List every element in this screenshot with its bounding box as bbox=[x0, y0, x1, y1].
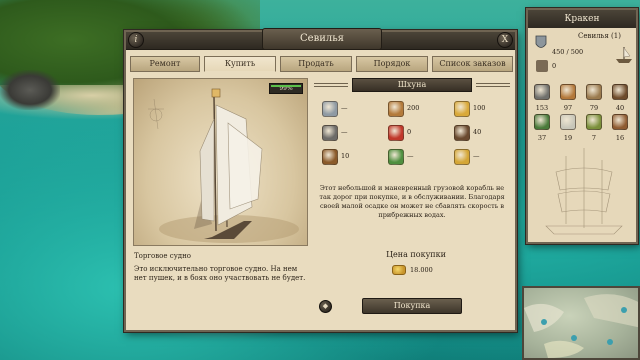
stat-value: 40 bbox=[473, 128, 482, 136]
anchor-icon bbox=[388, 125, 404, 141]
fleet-hull-value: 450 / 500 bbox=[552, 48, 584, 56]
tab-bar: Ремонт Купить Продать Порядок Список зак… bbox=[130, 56, 513, 72]
price-value: 18.000 bbox=[410, 266, 433, 274]
wood-slot-icon[interactable] bbox=[612, 114, 628, 130]
stat-item: 200 bbox=[388, 100, 436, 118]
stat-item: 10 bbox=[322, 148, 370, 166]
sugar-slot-icon[interactable] bbox=[560, 114, 576, 130]
fleet-panel: Кракен Севилья (1) 450 / 500 0 153 97 79 40… bbox=[526, 8, 638, 244]
ship-stats: Шхуна — 200 100 — 0 40 10 — — bbox=[312, 78, 512, 176]
stat-item: — bbox=[322, 124, 370, 142]
fleet-crew-value: 0 bbox=[552, 62, 557, 70]
tab-repair[interactable]: Ремонт bbox=[130, 56, 200, 72]
minimap[interactable] bbox=[522, 286, 640, 360]
ship-type-name: Торговое судно bbox=[134, 252, 191, 260]
ship-type-description: Это исключительно торговое судно. На нем… bbox=[134, 265, 306, 282]
crate-slot-icon[interactable] bbox=[586, 84, 602, 100]
tab-order-list[interactable]: Список заказов bbox=[432, 56, 513, 72]
stat-item: 40 bbox=[454, 124, 502, 142]
tab-buy[interactable]: Купить bbox=[204, 56, 276, 72]
ship-icon bbox=[616, 47, 632, 63]
fleet-title: Кракен bbox=[528, 10, 636, 28]
stat-item: 100 bbox=[454, 100, 502, 118]
rocks bbox=[0, 70, 60, 110]
slot-value: 40 bbox=[615, 104, 625, 112]
stat-value: 0 bbox=[407, 128, 412, 136]
navigate-button[interactable]: ◆ bbox=[319, 300, 332, 313]
gold-coins-icon bbox=[454, 101, 470, 117]
price-label: Цена покупки bbox=[386, 250, 446, 259]
food-slot-icon[interactable] bbox=[534, 114, 550, 130]
stat-item: — bbox=[322, 100, 370, 118]
tobacco-slot-icon[interactable] bbox=[586, 114, 602, 130]
gold-coins-icon bbox=[392, 265, 406, 275]
turn-icon bbox=[454, 149, 470, 165]
header-ornament-left bbox=[314, 83, 348, 87]
cargo-slot-icon[interactable] bbox=[560, 84, 576, 100]
rum-slot-icon[interactable] bbox=[612, 84, 628, 100]
stat-value: — bbox=[407, 152, 414, 160]
cannon-slot-icon[interactable] bbox=[534, 84, 550, 100]
window-title: Севилья bbox=[262, 28, 382, 50]
header-ornament-right bbox=[476, 83, 510, 87]
stat-value: 10 bbox=[341, 152, 350, 160]
close-button[interactable]: X bbox=[497, 32, 513, 48]
fleet-ship-name: Севилья (1) bbox=[578, 32, 621, 40]
stat-value: 100 bbox=[473, 104, 486, 112]
helm-icon bbox=[322, 149, 338, 165]
hull-shield-icon bbox=[535, 35, 547, 48]
stat-value: — bbox=[341, 104, 348, 112]
price-row: 18.000 bbox=[392, 265, 452, 277]
stat-item: — bbox=[388, 148, 436, 166]
condition-bar bbox=[271, 85, 301, 87]
ship-condition-badge: 99% bbox=[269, 83, 303, 94]
stat-value: — bbox=[341, 128, 348, 136]
shipyard-window: i Севилья X Ремонт Купить Продать Порядо… bbox=[124, 28, 517, 332]
slot-value: 97 bbox=[563, 104, 573, 112]
ship-class-description: Этот небольшой и маневренный грузовой ко… bbox=[319, 184, 505, 219]
ship-drawing bbox=[148, 88, 299, 243]
ship-class-header: Шхуна bbox=[352, 78, 472, 92]
minimap-drawing bbox=[524, 294, 638, 358]
crew-icon bbox=[536, 60, 548, 72]
slot-value: 153 bbox=[535, 104, 549, 112]
buy-button[interactable]: Покупка bbox=[362, 298, 462, 314]
tab-order[interactable]: Порядок bbox=[356, 56, 428, 72]
stat-value: 200 bbox=[407, 104, 420, 112]
slot-value: 37 bbox=[537, 134, 547, 142]
slot-value: 7 bbox=[591, 134, 597, 142]
ship-illustration: 99% bbox=[133, 78, 308, 246]
info-button[interactable]: i bbox=[128, 32, 144, 48]
stat-item: — bbox=[454, 148, 502, 166]
slot-value: 79 bbox=[589, 104, 599, 112]
stat-value: — bbox=[473, 152, 480, 160]
crew-icon bbox=[454, 125, 470, 141]
fleet-ship-sketch bbox=[545, 148, 623, 235]
cargo-chest-icon bbox=[388, 101, 404, 117]
speed-arrows-icon bbox=[388, 149, 404, 165]
hull-icon bbox=[322, 101, 338, 117]
slot-value: 16 bbox=[615, 134, 625, 142]
tab-sell[interactable]: Продать bbox=[280, 56, 352, 72]
slot-value: 19 bbox=[563, 134, 573, 142]
stat-item: 0 bbox=[388, 124, 436, 142]
cannon-icon bbox=[322, 125, 338, 141]
